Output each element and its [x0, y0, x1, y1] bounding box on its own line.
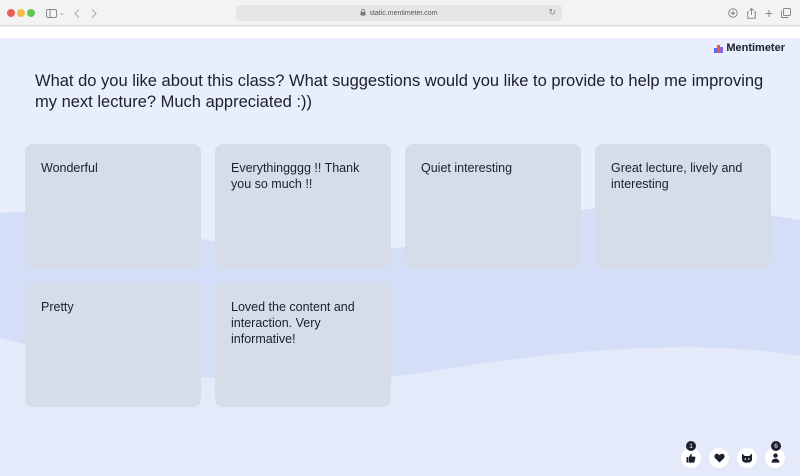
forward-button[interactable]	[88, 4, 100, 22]
thumbs-up-count-badge: 1	[686, 441, 696, 451]
response-card: Loved the content and interaction. Very …	[215, 283, 391, 407]
new-tab-icon[interactable]: +	[763, 4, 775, 22]
brand-name: Mentimeter	[726, 42, 785, 54]
participants-count-badge: 6	[771, 441, 781, 451]
heart-icon	[713, 453, 725, 463]
sidebar-toggle-icon[interactable]	[43, 4, 59, 22]
tab-overview-icon[interactable]	[780, 4, 792, 22]
page-top-strip	[0, 27, 800, 38]
question-title: What do you like about this class? What …	[35, 72, 764, 111]
minimize-window-button[interactable]	[17, 9, 25, 17]
lock-icon	[360, 8, 366, 18]
maximize-window-button[interactable]	[27, 9, 35, 17]
mentimeter-logo: Mentimeter	[714, 42, 785, 54]
back-button[interactable]	[71, 4, 83, 22]
thumbs-up-reaction-button[interactable]	[681, 448, 701, 468]
response-card: Pretty	[25, 283, 201, 407]
person-icon	[771, 453, 779, 463]
address-url: static.mentimeter.com	[369, 9, 438, 17]
response-card: Everythingggg !! Thank you so much !!	[215, 144, 391, 268]
share-icon[interactable]	[745, 4, 757, 22]
presentation-slide: Mentimeter What do you like about this c…	[0, 38, 800, 476]
thumbs-up-icon	[686, 453, 696, 463]
browser-toolbar: ⌄ static.mentimeter.com ↻ +	[0, 0, 800, 26]
response-card: Wonderful	[25, 144, 201, 268]
chevron-down-icon[interactable]: ⌄	[58, 4, 66, 22]
download-icon[interactable]	[727, 4, 739, 22]
heart-reaction-button[interactable]	[709, 448, 729, 468]
response-card: Quiet interesting	[405, 144, 581, 268]
reload-icon[interactable]: ↻	[548, 7, 556, 18]
response-card: Great lecture, lively and interesting	[595, 144, 771, 268]
participants-indicator	[765, 448, 785, 468]
cat-reaction-button[interactable]	[737, 448, 757, 468]
cat-icon	[742, 453, 752, 463]
address-bar[interactable]: static.mentimeter.com ↻	[236, 5, 562, 21]
close-window-button[interactable]	[7, 9, 15, 17]
mentimeter-logo-icon	[714, 44, 723, 53]
